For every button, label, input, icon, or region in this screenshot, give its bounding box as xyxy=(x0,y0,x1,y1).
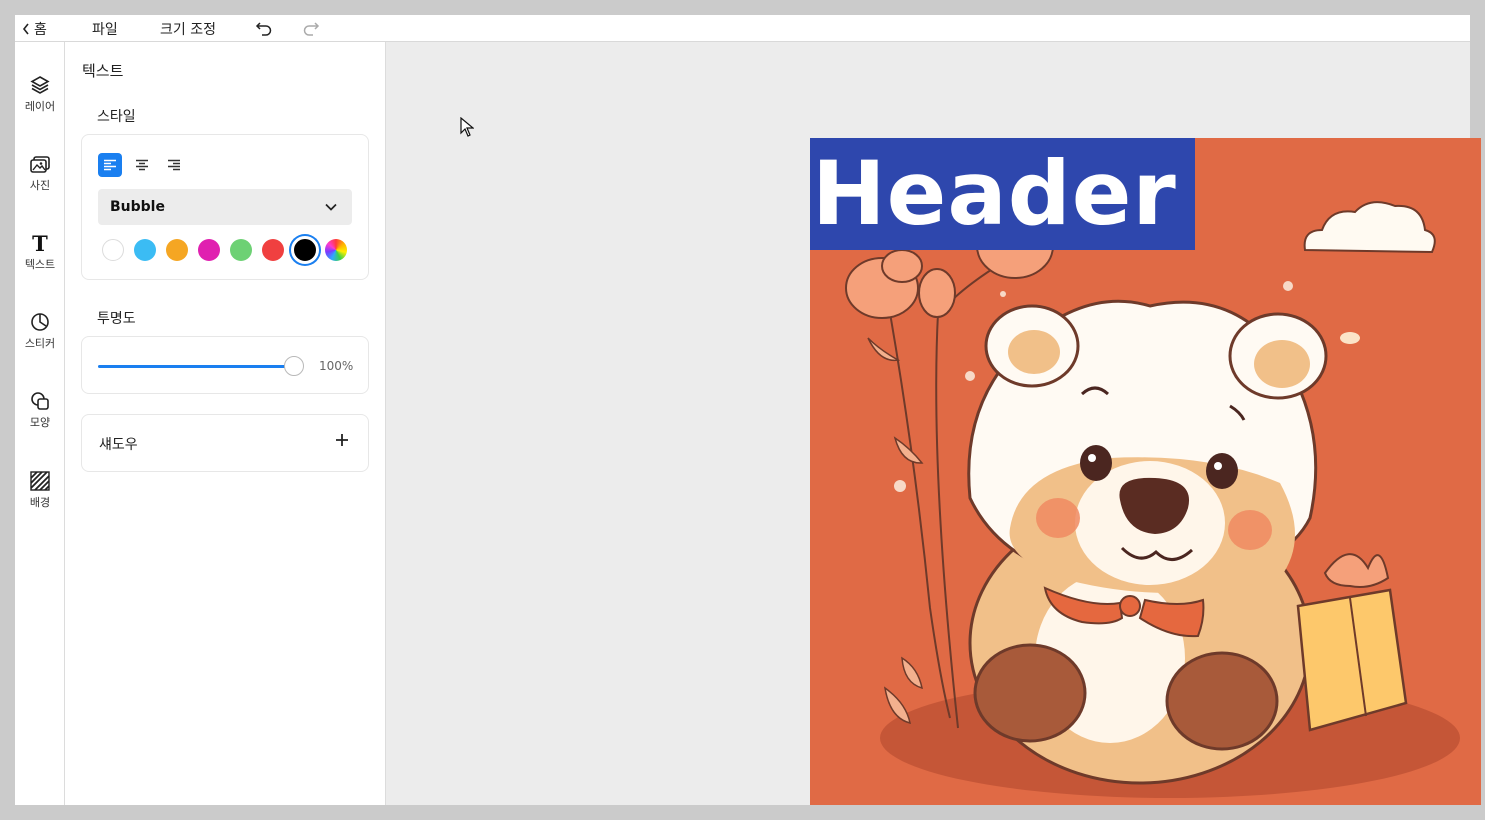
align-right-icon xyxy=(168,159,180,171)
swatch-sky-blue[interactable] xyxy=(134,239,156,261)
opacity-section-label: 투명도 xyxy=(97,311,136,327)
chevron-left-icon xyxy=(22,23,29,35)
home-label: 홈 xyxy=(34,22,47,38)
header-text[interactable]: Header xyxy=(812,144,1177,244)
custom-color-picker[interactable] xyxy=(325,239,347,261)
header-text-box[interactable]: Header xyxy=(810,138,1195,250)
align-left-icon xyxy=(104,159,116,171)
rail-label-shapes: 모양 xyxy=(29,416,51,429)
resize-menu[interactable]: 크기 조정 xyxy=(160,19,216,39)
swatch-white[interactable] xyxy=(102,239,124,261)
svg-text:T: T xyxy=(32,232,48,254)
file-menu[interactable]: 파일 xyxy=(92,19,118,39)
panel-title: 텍스트 xyxy=(82,62,124,80)
style-card: Bubble xyxy=(81,134,369,280)
plus-icon xyxy=(336,434,348,446)
chevron-down-icon xyxy=(325,203,337,211)
rail-item-text[interactable]: T 텍스트 xyxy=(15,232,65,272)
window-bottom-strip xyxy=(0,805,1485,820)
shadow-card[interactable]: 섀도우 xyxy=(81,414,369,472)
rail-item-layers[interactable]: 레이어 xyxy=(15,74,65,114)
background-icon xyxy=(30,471,50,491)
undo-button[interactable] xyxy=(255,20,273,36)
style-section-label: 스타일 xyxy=(97,109,136,125)
rail-label-photo: 사진 xyxy=(29,179,51,192)
top-menu-bar: 홈 파일 크기 조정 xyxy=(15,15,1470,42)
add-shadow-button[interactable] xyxy=(334,431,350,453)
mouse-pointer-icon xyxy=(460,117,474,137)
swatch-green[interactable] xyxy=(230,239,252,261)
text-icon: T xyxy=(32,232,48,254)
swatch-magenta[interactable] xyxy=(198,239,220,261)
align-left-button[interactable] xyxy=(98,153,122,177)
align-center-icon xyxy=(136,159,148,171)
opacity-slider-handle[interactable] xyxy=(284,356,304,376)
shadow-label: 섀도우 xyxy=(99,437,138,453)
font-dropdown-value: Bubble xyxy=(110,199,165,215)
font-dropdown[interactable]: Bubble xyxy=(98,189,352,225)
align-center-button[interactable] xyxy=(130,153,154,177)
rail-label-sticker: 스티커 xyxy=(24,337,56,350)
rail-label-background: 배경 xyxy=(29,496,51,509)
opacity-slider-track[interactable] xyxy=(98,365,294,368)
rail-label-text: 텍스트 xyxy=(24,258,56,271)
swatch-black-selected[interactable] xyxy=(291,236,319,264)
rail-item-photo[interactable]: 사진 xyxy=(15,153,65,193)
text-properties-panel: 텍스트 스타일 Bubble 투명도 100% 섀도우 xyxy=(65,42,386,805)
swatch-orange[interactable] xyxy=(166,239,188,261)
swatch-red[interactable] xyxy=(262,239,284,261)
rail-item-shapes[interactable]: 모양 xyxy=(15,390,65,430)
shapes-icon xyxy=(31,392,49,410)
redo-icon xyxy=(303,22,320,36)
sticker-icon xyxy=(31,313,49,331)
layers-icon xyxy=(30,76,50,94)
align-right-button[interactable] xyxy=(162,153,186,177)
opacity-card: 100% xyxy=(81,336,369,394)
opacity-value: 100% xyxy=(319,359,354,373)
rail-label-layers: 레이어 xyxy=(24,100,56,113)
rail-item-background[interactable]: 배경 xyxy=(15,470,65,510)
rail-item-sticker[interactable]: 스티커 xyxy=(15,311,65,351)
home-button[interactable]: 홈 xyxy=(21,19,47,39)
redo-button[interactable] xyxy=(302,20,320,36)
window-top-strip xyxy=(0,0,1485,15)
tool-rail: 레이어 사진 T 텍스트 스티커 모양 배경 xyxy=(15,42,65,805)
design-canvas[interactable]: Header xyxy=(810,138,1481,808)
photo-icon xyxy=(30,156,50,173)
undo-icon xyxy=(255,22,272,36)
